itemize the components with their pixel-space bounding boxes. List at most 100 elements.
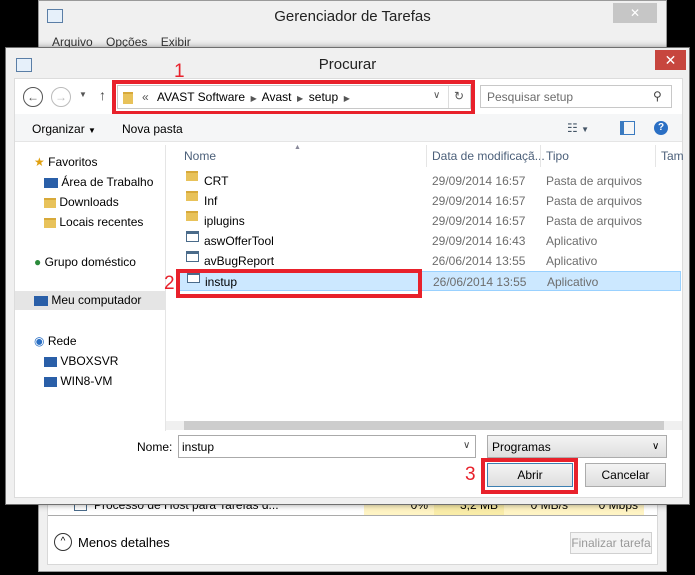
nav-label: VBOXSVR — [60, 354, 119, 368]
divider — [540, 145, 541, 167]
file-date: 29/09/2014 16:57 — [432, 214, 526, 228]
less-details-link[interactable]: Menos detalhes — [78, 535, 170, 550]
divider — [426, 145, 427, 167]
recent-places-icon — [44, 217, 56, 228]
network-icon: ◉ — [34, 334, 45, 348]
nav-label: WIN8-VM — [60, 374, 113, 388]
navigation-pane: ★ Favoritos Área de Trabalho Downloads L… — [15, 145, 166, 431]
organize-label: Organizar — [32, 122, 85, 136]
application-icon — [186, 231, 199, 242]
column-size[interactable]: Tam — [661, 145, 684, 167]
nav-favorites[interactable]: ★ Favoritos — [34, 153, 97, 172]
filename-input[interactable]: instup ∨ — [178, 435, 476, 458]
file-type: Aplicativo — [547, 275, 599, 289]
annotation-number-2: 2 — [164, 273, 175, 294]
network-computer-icon — [44, 376, 57, 387]
file-name: aswOfferTool — [204, 234, 274, 248]
file-row[interactable]: Inf 29/09/2014 16:57 Pasta de arquivos — [176, 191, 681, 211]
up-arrow-icon[interactable]: ↑ — [99, 87, 106, 103]
nav-desktop[interactable]: Área de Trabalho — [44, 173, 153, 192]
file-type: Pasta de arquivos — [546, 194, 643, 208]
new-folder-button[interactable]: Nova pasta — [122, 122, 183, 136]
file-row[interactable]: iplugins 29/09/2014 16:57 Pasta de arqui… — [176, 211, 681, 231]
file-type: Pasta de arquivos — [546, 174, 643, 188]
filetype-value: Programas — [492, 440, 551, 454]
filetype-select[interactable]: Programas ∨ — [487, 435, 667, 458]
forward-button[interactable]: → — [51, 87, 71, 107]
chevron-down-icon: ∨ — [652, 441, 660, 452]
file-name: Inf — [204, 194, 218, 208]
filename-value: instup — [182, 440, 215, 454]
back-button[interactable]: ← — [23, 87, 43, 107]
folder-icon — [186, 191, 198, 201]
nav-win8-vm[interactable]: WIN8-VM — [44, 372, 112, 391]
nav-recent[interactable]: Locais recentes — [44, 213, 143, 232]
end-task-button[interactable]: Finalizar tarefa — [570, 532, 652, 554]
chevron-down-icon: ▼ — [88, 126, 96, 135]
help-icon[interactable]: ? — [654, 121, 668, 135]
open-file-dialog: Procurar ✕ ← → ▼ ↑ « AVAST Software ▶ Av… — [5, 47, 690, 505]
downloads-icon — [44, 197, 56, 208]
nav-label: Meu computador — [51, 293, 142, 307]
column-type[interactable]: Tipo — [546, 145, 569, 167]
file-date: 29/09/2014 16:57 — [432, 174, 526, 188]
close-button[interactable]: ✕ — [655, 50, 686, 70]
search-input[interactable]: Pesquisar setup — [487, 90, 573, 104]
dialog-title: Procurar — [318, 56, 377, 73]
nav-vboxsvr[interactable]: VBOXSVR — [44, 352, 118, 371]
nav-computer[interactable]: Meu computador — [15, 291, 165, 310]
close-button[interactable]: ✕ — [613, 3, 657, 23]
nav-network[interactable]: ◉ Rede — [34, 332, 77, 351]
file-name: CRT — [204, 174, 229, 188]
column-date[interactable]: Data de modificaçã... — [432, 145, 545, 167]
file-name: iplugins — [204, 214, 245, 228]
nav-label: Downloads — [59, 195, 119, 209]
nav-label: Locais recentes — [59, 215, 144, 229]
annotation-box-3 — [481, 458, 578, 494]
scrollbar-thumb[interactable] — [184, 421, 664, 430]
sort-up-icon: ▲ — [294, 144, 301, 151]
recent-dropdown-icon[interactable]: ▼ — [79, 90, 87, 99]
chevron-up-icon[interactable]: ^ — [54, 533, 72, 551]
nav-label: Favoritos — [48, 155, 98, 169]
process-panel: Processo de Host para Tarefas d... 0% 3,… — [47, 497, 658, 565]
horizontal-scrollbar[interactable] — [166, 421, 682, 430]
column-name[interactable]: Nome — [184, 145, 216, 167]
file-type: Aplicativo — [546, 254, 598, 268]
chevron-down-icon[interactable]: ∨ — [463, 440, 470, 451]
file-date: 26/06/2014 13:55 — [433, 275, 527, 289]
application-icon — [186, 251, 199, 262]
file-name: avBugReport — [204, 254, 275, 268]
file-row[interactable]: CRT 29/09/2014 16:57 Pasta de arquivos — [176, 171, 681, 191]
view-options-icon[interactable]: ☷ ▼ — [567, 121, 589, 135]
file-date: 26/06/2014 13:55 — [432, 254, 526, 268]
homegroup-icon: ● — [34, 255, 42, 269]
nav-homegroup[interactable]: ● Grupo doméstico — [34, 253, 136, 272]
annotation-box-2 — [176, 269, 422, 298]
network-computer-icon — [44, 356, 57, 367]
annotation-number-1: 1 — [174, 61, 185, 82]
search-icon[interactable]: ⚲ — [653, 89, 662, 103]
file-row[interactable]: aswOfferTool 29/09/2014 16:43 Aplicativo — [176, 231, 681, 251]
nav-label: Grupo doméstico — [44, 255, 136, 269]
file-row[interactable]: avBugReport 26/06/2014 13:55 Aplicativo — [176, 251, 681, 271]
file-type: Aplicativo — [546, 234, 598, 248]
file-date: 29/09/2014 16:57 — [432, 194, 526, 208]
nav-label: Área de Trabalho — [61, 175, 154, 189]
preview-pane-icon[interactable] — [620, 121, 635, 135]
cancel-button[interactable]: Cancelar — [585, 463, 666, 487]
search-box[interactable]: Pesquisar setup ⚲ — [480, 85, 672, 108]
file-type: Pasta de arquivos — [546, 214, 643, 228]
desktop-icon — [44, 177, 58, 188]
divider — [655, 145, 656, 167]
file-date: 29/09/2014 16:43 — [432, 234, 526, 248]
annotation-number-3: 3 — [465, 464, 476, 485]
nav-label: Rede — [47, 334, 77, 348]
star-icon: ★ — [34, 155, 45, 169]
nav-downloads[interactable]: Downloads — [44, 193, 119, 212]
filename-label: Nome: — [137, 440, 173, 454]
column-headers: Nome ▲ Data de modificaçã... Tipo Tam — [176, 144, 684, 167]
annotation-box-1 — [112, 80, 475, 115]
organize-button[interactable]: Organizar ▼ — [32, 122, 96, 136]
computer-icon — [34, 295, 48, 306]
